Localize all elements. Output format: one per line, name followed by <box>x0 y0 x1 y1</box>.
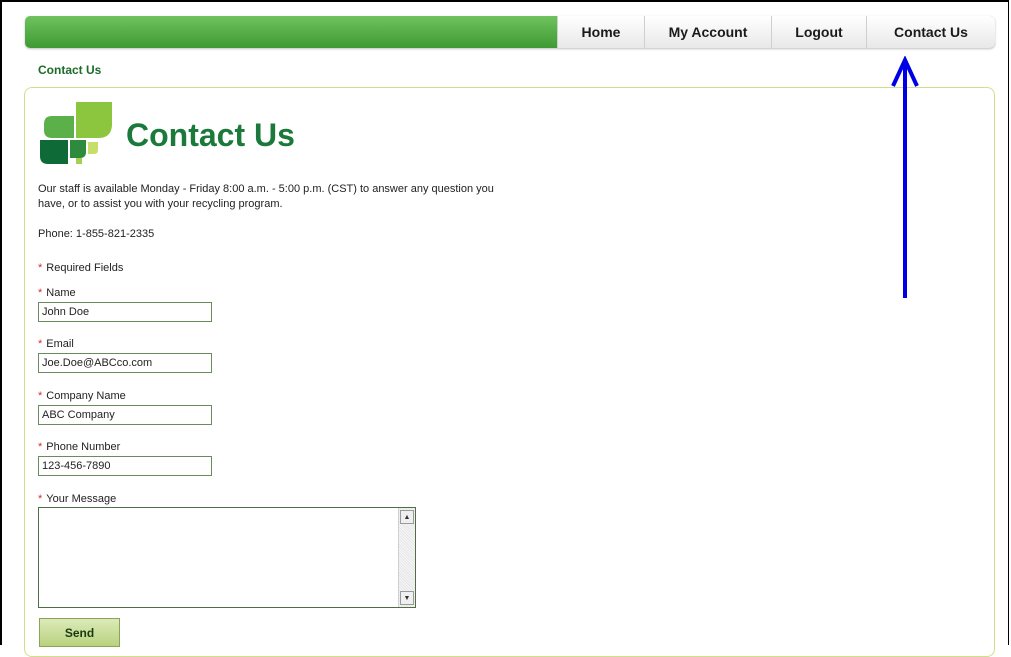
page-title: Contact Us <box>126 117 295 153</box>
required-asterisk: * <box>38 493 43 505</box>
required-asterisk: * <box>38 441 43 453</box>
nav-logout[interactable]: Logout <box>771 16 866 48</box>
phone-number-label: * Phone Number <box>38 441 120 453</box>
name-label: * Name <box>38 287 76 299</box>
top-navigation-bar: Home My Account Logout Contact Us <box>25 16 995 48</box>
email-input[interactable] <box>38 353 212 373</box>
message-textarea-frame: ▲ ▼ <box>38 507 416 608</box>
nav-home[interactable]: Home <box>557 16 644 48</box>
required-label: Required Fields <box>46 262 124 274</box>
message-label: * Your Message <box>38 493 116 505</box>
email-label: * Email <box>38 338 74 350</box>
required-asterisk: * <box>38 338 43 350</box>
scroll-down-icon[interactable]: ▼ <box>400 591 414 605</box>
required-asterisk: * <box>38 262 43 274</box>
message-label-text: Your Message <box>46 493 117 505</box>
company-label: * Company Name <box>38 390 126 402</box>
nav-my-account[interactable]: My Account <box>644 16 771 48</box>
company-input[interactable] <box>38 405 212 425</box>
name-input[interactable] <box>38 302 212 322</box>
nav-contact-us[interactable]: Contact Us <box>866 16 995 48</box>
message-textarea[interactable] <box>39 508 397 607</box>
send-button[interactable]: Send <box>39 618 120 647</box>
phone-number-label-text: Phone Number <box>46 441 121 453</box>
scroll-up-icon[interactable]: ▲ <box>400 510 414 524</box>
name-label-text: Name <box>46 287 76 299</box>
intro-text: Our staff is available Monday - Friday 8… <box>38 183 494 210</box>
textarea-scrollbar[interactable]: ▲ ▼ <box>398 508 415 607</box>
phone-text: Phone: 1-855-821-2335 <box>38 228 155 240</box>
phone-number-input[interactable] <box>38 456 212 476</box>
required-fields-note: * Required Fields <box>38 262 123 274</box>
required-asterisk: * <box>38 390 43 402</box>
required-asterisk: * <box>38 287 43 299</box>
email-label-text: Email <box>46 338 74 350</box>
leaf-logo-icon <box>40 102 112 164</box>
up-arrow-icon <box>891 56 919 298</box>
breadcrumb[interactable]: Contact Us <box>38 63 101 77</box>
nav-green-bar <box>25 16 557 48</box>
company-label-text: Company Name <box>46 390 126 402</box>
nav-menu: Home My Account Logout Contact Us <box>557 16 995 48</box>
